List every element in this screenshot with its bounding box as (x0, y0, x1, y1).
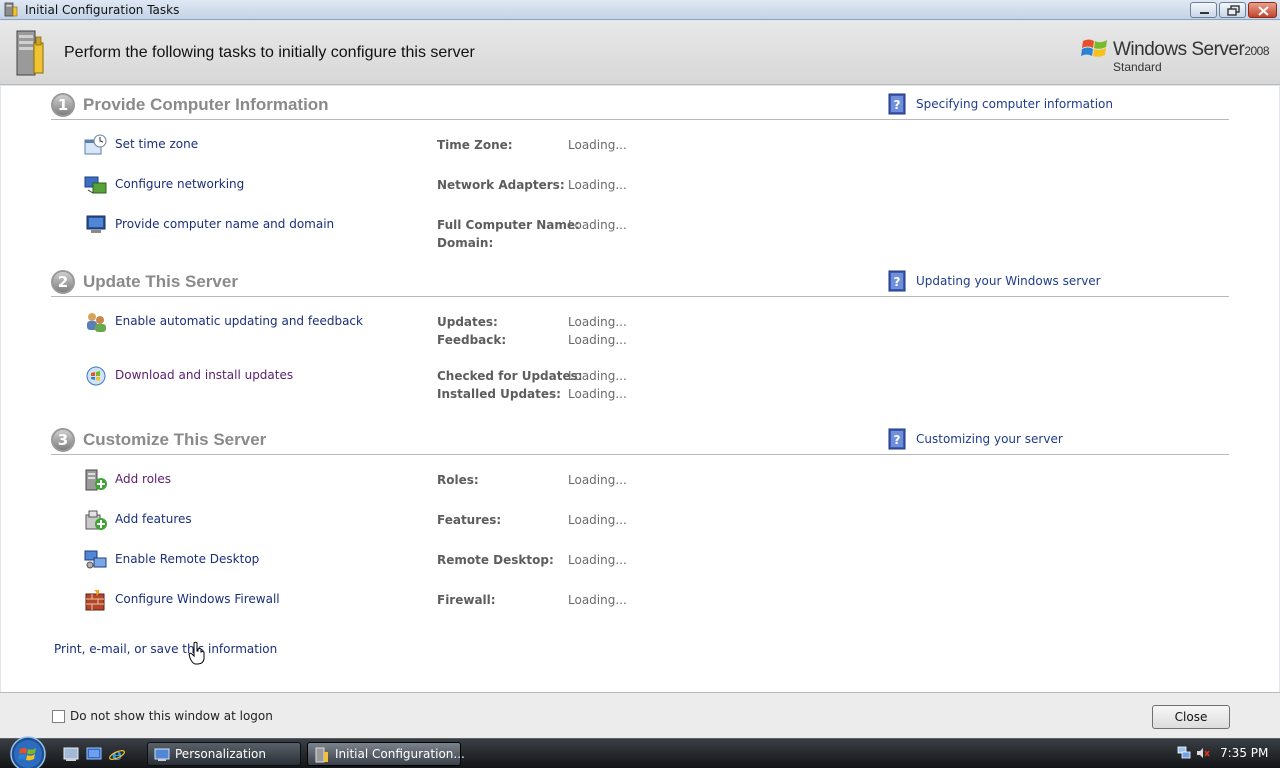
firewall-icon (85, 590, 105, 611)
field-label: Time Zone: (437, 138, 513, 152)
close-window-button[interactable] (1248, 2, 1277, 18)
field-value: Loading... (568, 369, 627, 383)
close-icon (1258, 6, 1269, 16)
taskbar-button-label: Personalization (175, 747, 266, 761)
help-link-customize-server[interactable]: Customizing your server (916, 432, 1063, 446)
do-not-show-checkbox[interactable] (52, 710, 65, 723)
window-title: Initial Configuration Tasks (25, 3, 180, 17)
windows-server-logo: Windows Server2008 Standard (1080, 33, 1270, 77)
page-title: Perform the following tasks to initially… (64, 44, 475, 61)
personalization-icon (154, 748, 170, 761)
task-link[interactable]: Enable automatic updating and feedback (115, 314, 363, 328)
brand-version: 2008 (1244, 44, 1270, 58)
windows-flag-icon (1081, 39, 1107, 57)
section-header-computer-info: 1 Provide Computer Information ? Specify… (51, 93, 1229, 120)
brand-edition: Standard (1113, 60, 1162, 74)
field-label: Features: (437, 513, 502, 527)
section-title: Update This Server (83, 272, 238, 291)
task-link[interactable]: Add roles (115, 472, 171, 486)
clock-icon (84, 134, 107, 155)
taskbar-button-initial-configuration[interactable]: Initial Configuration... (307, 742, 465, 766)
server-manager-icon[interactable] (85, 745, 103, 763)
users-icon (87, 313, 106, 332)
computer-icon (86, 215, 106, 233)
field-value: Loading... (568, 138, 627, 152)
start-button-icon[interactable] (8, 735, 48, 768)
field-label: Checked for Updates: (437, 369, 583, 383)
restore-icon (1227, 5, 1240, 16)
section-title: Provide Computer Information (83, 95, 329, 114)
field-label: Domain: (437, 236, 494, 250)
volume-muted-icon[interactable] (1196, 746, 1210, 760)
svg-text:?: ? (894, 275, 901, 289)
section-title: Customize This Server (83, 430, 267, 449)
help-link-update-server[interactable]: Updating your Windows server (916, 274, 1101, 288)
windows-update-icon (86, 366, 106, 386)
config-tasks-icon (315, 747, 328, 763)
step-number-badge: 2 (51, 270, 75, 294)
field-label: Network Adapters: (437, 178, 565, 192)
checkbox-label[interactable]: Do not show this window at logon (70, 709, 273, 723)
field-value: Loading... (568, 553, 627, 567)
minimize-icon (1200, 12, 1209, 14)
step-number-badge: 3 (51, 428, 75, 452)
field-value: Loading... (568, 333, 627, 347)
add-roles-icon (85, 469, 107, 491)
taskbar: e Personalization Initial Configuration.… (0, 735, 1280, 768)
task-link[interactable]: Download and install updates (115, 368, 293, 382)
field-label: Firewall: (437, 593, 496, 607)
field-value: Loading... (568, 387, 627, 401)
help-book-icon[interactable]: ? (887, 270, 907, 292)
help-book-icon[interactable]: ? (887, 93, 907, 115)
task-link[interactable]: Add features (115, 512, 192, 526)
close-button[interactable]: Close (1152, 705, 1230, 729)
footer-bar: Do not show this window at logon Close (0, 692, 1280, 738)
brand-name: Windows Server2008 (1113, 39, 1270, 60)
field-label: Feedback: (437, 333, 507, 347)
configuration-tasks-icon (4, 2, 18, 17)
show-desktop-icon[interactable] (62, 745, 80, 763)
field-label: Full Computer Name: (437, 218, 580, 232)
field-label: Remote Desktop: (437, 553, 554, 567)
taskbar-clock[interactable]: 7:35 PM (1220, 746, 1268, 760)
server-config-icon (16, 30, 44, 76)
task-link[interactable]: Set time zone (115, 137, 198, 151)
section-header-update-server: 2 Update This Server ? Updating your Win… (51, 270, 1229, 297)
print-email-save-link[interactable]: Print, e-mail, or save this information (54, 642, 277, 656)
field-value: Loading... (568, 473, 627, 487)
field-value: Loading... (568, 315, 627, 329)
task-link[interactable]: Enable Remote Desktop (115, 552, 259, 566)
system-tray: 7:35 PM (1168, 739, 1280, 768)
taskbar-button-label: Initial Configuration... (335, 747, 465, 761)
field-value: Loading... (568, 593, 627, 607)
taskbar-button-personalization[interactable]: Personalization (147, 742, 301, 766)
help-book-icon[interactable]: ? (887, 428, 907, 450)
maximize-button[interactable] (1219, 2, 1246, 18)
section-header-customize-server: 3 Customize This Server ? Customizing yo… (51, 428, 1229, 455)
hand-cursor-icon (188, 641, 205, 665)
field-value: Loading... (568, 218, 627, 232)
help-link-computer-info[interactable]: Specifying computer information (916, 97, 1113, 111)
svg-text:?: ? (894, 98, 901, 112)
task-link[interactable]: Provide computer name and domain (115, 217, 334, 231)
header-banner: Perform the following tasks to initially… (0, 21, 1280, 85)
tasks-panel: 1 Provide Computer Information ? Specify… (1, 86, 1279, 692)
network-icon (84, 176, 107, 194)
field-value: Loading... (568, 178, 627, 192)
field-value: Loading... (568, 513, 627, 527)
minimize-button[interactable] (1190, 2, 1217, 18)
task-link[interactable]: Configure networking (115, 177, 244, 191)
remote-desktop-icon (84, 550, 107, 569)
add-features-icon (85, 510, 107, 530)
svg-text:?: ? (894, 433, 901, 447)
internet-explorer-icon[interactable]: e (108, 745, 126, 763)
network-status-icon[interactable] (1177, 746, 1191, 760)
task-link[interactable]: Configure Windows Firewall (115, 592, 280, 606)
title-bar[interactable]: Initial Configuration Tasks (0, 0, 1280, 20)
field-label: Installed Updates: (437, 387, 561, 401)
field-label: Roles: (437, 473, 479, 487)
step-number-badge: 1 (51, 93, 75, 117)
field-label: Updates: (437, 315, 498, 329)
